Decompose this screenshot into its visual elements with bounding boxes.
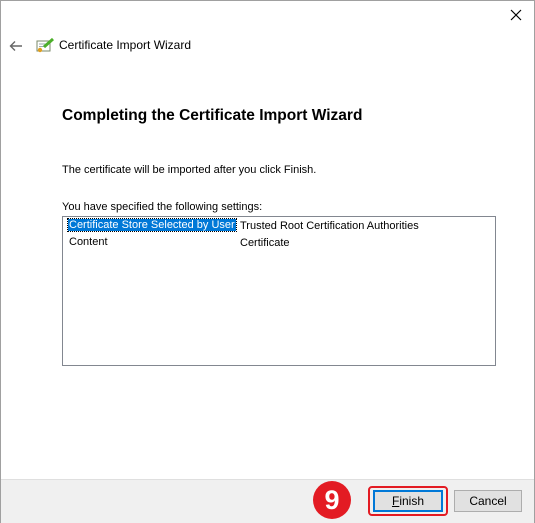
window-title: Certificate Import Wizard	[59, 38, 192, 52]
description-text: The certificate will be imported after y…	[62, 164, 317, 176]
close-icon	[510, 9, 522, 21]
settings-label: You have specified the following setting…	[62, 201, 263, 213]
setting-key: Content	[69, 236, 108, 248]
cancel-button[interactable]: Cancel	[454, 490, 522, 512]
page-heading: Completing the Certificate Import Wizard	[62, 107, 363, 124]
finish-button[interactable]: Finish	[373, 490, 443, 512]
list-item[interactable]: Content Certificate	[63, 234, 495, 251]
setting-value: Certificate	[240, 237, 290, 249]
finish-button-label: Finish	[391, 494, 425, 508]
close-button[interactable]	[503, 4, 529, 26]
setting-value: Trusted Root Certification Authorities	[240, 220, 419, 232]
list-item[interactable]: Certificate Store Selected by User Trust…	[63, 217, 495, 234]
back-arrow-icon	[9, 41, 22, 51]
back-button[interactable]	[6, 36, 26, 56]
step-number-badge: 9	[313, 481, 351, 519]
settings-list[interactable]: Certificate Store Selected by User Trust…	[62, 216, 496, 366]
setting-key: Certificate Store Selected by User	[67, 218, 237, 232]
certificate-icon	[36, 37, 54, 53]
cancel-button-label: Cancel	[469, 494, 507, 508]
